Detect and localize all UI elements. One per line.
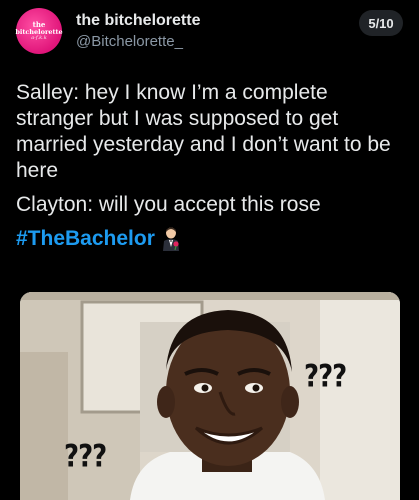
right-question-caption: ???: [304, 359, 347, 395]
tweet-text: Salley: hey I know I’m a complete strang…: [16, 80, 406, 252]
page-counter-badge: 5/10: [359, 10, 403, 36]
avatar-text-line1: the: [32, 19, 46, 29]
tweet-line-salley: Salley: hey I know I’m a complete strang…: [16, 81, 391, 182]
avatar[interactable]: the bitchelorette a-f.k.k: [15, 8, 63, 54]
left-question-caption: ???: [64, 439, 107, 475]
user-handle[interactable]: @Bitchelorette_: [76, 33, 200, 50]
avatar-text-line3: a-f.k.k: [31, 35, 47, 42]
tweet-header: the bitchelorette a-f.k.k the bitchelore…: [15, 8, 403, 54]
tweet-line-clayton: Clayton: will you accept this rose: [16, 193, 321, 216]
man-in-tuxedo-with-rose-icon: [161, 227, 181, 251]
display-name[interactable]: the bitchelorette: [76, 12, 200, 30]
hashtag-link[interactable]: #TheBachelor: [16, 226, 155, 252]
hashtag-line: #TheBachelor: [16, 226, 406, 252]
author-info[interactable]: the bitchelorette @Bitchelorette_: [76, 12, 200, 50]
tweet-media-image[interactable]: ??? ???: [20, 292, 400, 500]
